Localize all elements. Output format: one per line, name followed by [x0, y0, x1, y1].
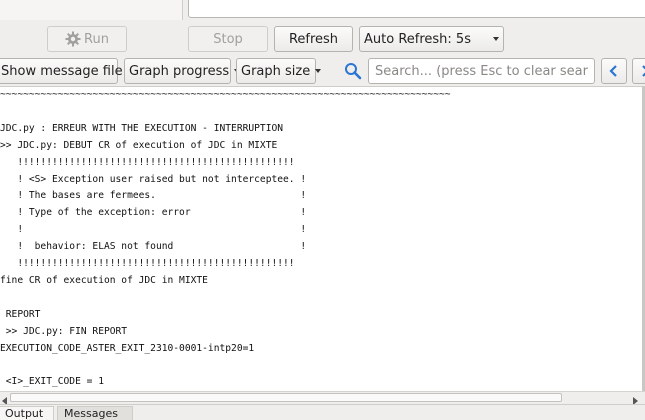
stop-button[interactable]: Stop: [188, 26, 268, 52]
console-line: ~~~~~~~~~~~~~~~~~~~~~~~~~~~~~~~~~~~~~~~~…: [0, 89, 451, 100]
graph-progress-select[interactable]: Graph progress: [124, 58, 241, 84]
search-icon: [344, 62, 362, 80]
console-line: ! The bases are fermees. !: [0, 190, 307, 202]
console-line: REPORT: [0, 308, 41, 320]
console-line: ! <S> Exception user raised but not inte…: [0, 173, 307, 185]
scroll-right-icon[interactable]: [631, 394, 639, 405]
refresh-button[interactable]: Refresh: [274, 26, 353, 52]
stop-button-label: Stop: [213, 31, 243, 47]
auto-refresh-select[interactable]: Auto Refresh: 5s: [359, 26, 504, 52]
console-text: ~~~~~~~~~~~~~~~~~~~~~~~~~~~~~~~~~~~~~~~~…: [0, 87, 451, 391]
search-prev-button[interactable]: [601, 58, 627, 84]
left-panel: [0, 0, 183, 20]
search-input[interactable]: [375, 63, 588, 79]
scroll-left-icon[interactable]: [1, 394, 9, 405]
chevron-down-icon: [493, 37, 499, 41]
console-line: !!!!!!!!!!!!!!!!!!!!!!!!!!!!!!!!!!!!!!!!…: [0, 156, 295, 168]
search-next-button[interactable]: [632, 58, 645, 84]
chevron-down-icon: [315, 69, 322, 73]
console-line: >> JDC.py: FIN REPORT: [0, 325, 128, 337]
console-line: >> JDC.py: DEBUT CR of execution of JDC …: [0, 139, 278, 151]
output-console[interactable]: ~~~~~~~~~~~~~~~~~~~~~~~~~~~~~~~~~~~~~~~~…: [0, 86, 645, 392]
chevron-left-icon: [608, 64, 620, 78]
refresh-button-label: Refresh: [288, 31, 339, 47]
run-button-label: Run: [84, 31, 109, 47]
console-line: <I>_EXIT_CODE = 1: [0, 376, 104, 388]
log-input-box[interactable]: [188, 0, 645, 18]
show-message-file-select[interactable]: Show message file: [0, 58, 134, 84]
graph-size-select[interactable]: Graph size: [236, 58, 322, 84]
tab-messages-label: Messages: [64, 407, 118, 420]
run-button[interactable]: Run: [47, 26, 127, 52]
graph-progress-label: Graph progress: [129, 63, 230, 79]
search-field[interactable]: [368, 58, 595, 84]
console-line: ! !: [0, 224, 307, 236]
tab-output-label: Output: [5, 407, 44, 420]
console-line: EXECUTION_CODE_ASTER_EXIT_2310-0001-intp…: [0, 342, 255, 354]
graph-size-label: Graph size: [241, 63, 311, 79]
chevron-right-icon: [639, 64, 645, 78]
console-line: JDC.py : ERREUR WITH THE EXECUTION - INT…: [0, 122, 284, 134]
console-line: ! Type of the exception: error !: [0, 207, 307, 219]
console-line: fine CR of execution of JDC in MIXTE: [0, 274, 208, 286]
console-line: ! behavior: ELAS not found !: [0, 241, 307, 253]
auto-refresh-label: Auto Refresh: 5s: [364, 31, 471, 47]
console-line: !!!!!!!!!!!!!!!!!!!!!!!!!!!!!!!!!!!!!!!!…: [0, 258, 295, 270]
show-message-file-label: Show message file: [1, 63, 123, 79]
gear-icon: [65, 31, 81, 47]
horizontal-scroll-thumb[interactable]: [10, 393, 562, 402]
